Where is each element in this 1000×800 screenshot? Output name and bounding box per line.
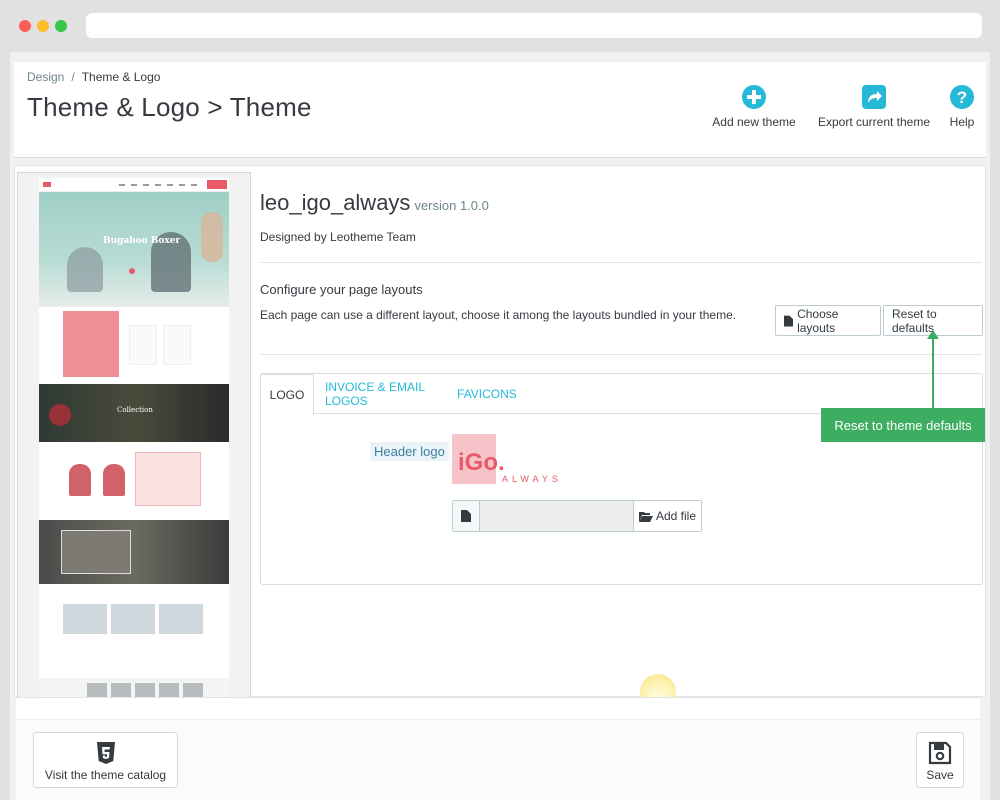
- callout-line: [932, 336, 934, 408]
- theme-preview-image: Bugaboo Boxer Collection: [17, 172, 251, 698]
- address-bar[interactable]: [86, 13, 982, 38]
- header-logo-label: Header logo: [370, 442, 449, 461]
- add-file-button[interactable]: Add file: [633, 501, 701, 531]
- close-window-dot[interactable]: [19, 20, 31, 32]
- layouts-description: Each page can use a different layout, ch…: [260, 308, 737, 322]
- layouts-section-title: Configure your page layouts: [260, 282, 423, 297]
- file-icon: [784, 315, 794, 326]
- save-label: Save: [926, 768, 954, 782]
- file-name-field[interactable]: [480, 501, 633, 531]
- folder-open-icon: [638, 511, 653, 522]
- app-window: Design / Theme & Logo Theme & Logo > Theme…: [10, 52, 990, 800]
- theme-author: Designed by Leotheme Team: [260, 230, 416, 244]
- help-button[interactable]: ? Help: [946, 84, 978, 129]
- reset-callout: Reset to theme defaults: [821, 408, 985, 442]
- add-file-label: Add file: [655, 509, 697, 523]
- logo-sub-text: ALWAYS: [502, 474, 562, 484]
- tab-invoice-email-logos[interactable]: INVOICE & EMAIL LOGOS: [325, 374, 441, 414]
- footer-bar: Visit the theme catalog Save: [16, 721, 980, 800]
- help-label: Help: [949, 115, 975, 129]
- tab-logo[interactable]: LOGO: [260, 374, 314, 415]
- plus-circle-icon: [742, 85, 766, 109]
- html5-icon: [96, 742, 115, 764]
- export-current-theme-button[interactable]: Export current theme: [811, 84, 937, 129]
- logo-tabs: LOGO INVOICE & EMAIL LOGOS FAVICONS Head…: [260, 373, 983, 585]
- breadcrumb-separator: /: [71, 70, 75, 84]
- export-current-theme-label: Export current theme: [817, 115, 931, 129]
- file-icon: [461, 510, 471, 522]
- footer-strip: [16, 698, 980, 720]
- breadcrumb-current: Theme & Logo: [81, 70, 161, 84]
- visit-theme-catalog-label: Visit the theme catalog: [44, 768, 167, 782]
- question-circle-icon: ?: [950, 85, 974, 109]
- add-new-theme-label: Add new theme: [712, 115, 796, 129]
- floppy-disk-icon: [928, 741, 952, 765]
- logo-main-text: iGo.: [458, 449, 505, 476]
- theme-name: leo_igo_always version 1.0.0: [260, 190, 489, 216]
- tab-favicons[interactable]: FAVICONS: [457, 374, 517, 414]
- page-title: Theme & Logo > Theme: [27, 92, 312, 122]
- page-footer: Visit the theme catalog Save: [16, 697, 980, 800]
- visit-theme-catalog-button[interactable]: Visit the theme catalog: [33, 732, 178, 788]
- divider: [260, 262, 982, 263]
- logo-file-input[interactable]: Add file: [452, 500, 702, 532]
- shop-logo-image: iGo. ALWAYS: [452, 434, 562, 484]
- divider: [260, 354, 982, 355]
- maximize-window-dot[interactable]: [55, 20, 67, 32]
- add-new-theme-button[interactable]: Add new theme: [708, 84, 800, 129]
- svg-text:?: ?: [957, 88, 967, 107]
- theme-version: version 1.0.0: [414, 198, 489, 213]
- minimize-window-dot[interactable]: [37, 20, 49, 32]
- save-button[interactable]: Save: [916, 732, 964, 788]
- choose-layouts-button[interactable]: Choose layouts: [775, 305, 881, 336]
- breadcrumb-design[interactable]: Design: [27, 70, 64, 84]
- browser-chrome: [0, 0, 1000, 52]
- theme-name-text: leo_igo_always: [260, 190, 411, 215]
- file-icon-box: [453, 501, 480, 531]
- breadcrumb: Design / Theme & Logo: [27, 70, 160, 84]
- choose-layouts-label: Choose layouts: [797, 306, 839, 335]
- preview-hero-title: Bugaboo Boxer: [103, 236, 181, 246]
- page-header: Design / Theme & Logo Theme & Logo > Theme…: [14, 62, 986, 158]
- preview-collection-title: Collection: [117, 406, 153, 414]
- share-icon: [862, 85, 886, 109]
